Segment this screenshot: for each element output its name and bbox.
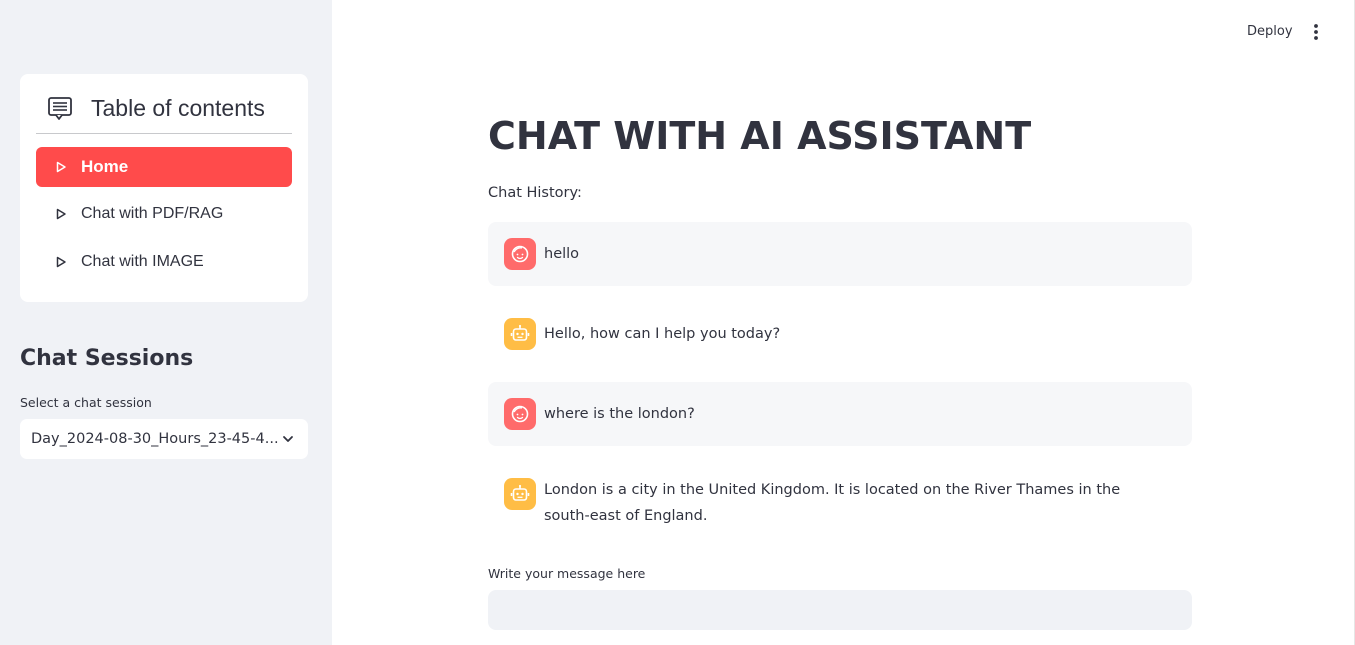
message-text: London is a city in the United Kingdom. … bbox=[544, 482, 1121, 524]
toc-title: Table of contents bbox=[91, 95, 265, 121]
robot-icon bbox=[510, 324, 530, 341]
assistant-avatar bbox=[504, 478, 536, 510]
sidebar: Table of contents Home Chat with PDF/RAG… bbox=[0, 0, 332, 645]
session-select[interactable]: Day_2024-08-30_Hours_23-45-4... bbox=[20, 419, 308, 459]
message-text: hello bbox=[544, 246, 580, 262]
user-avatar bbox=[504, 238, 536, 270]
nav-item-label: Home bbox=[81, 157, 129, 176]
user-avatar bbox=[504, 398, 536, 430]
message-text: where is the london? bbox=[544, 406, 695, 422]
toc-header: Table of contents bbox=[36, 92, 292, 134]
chevron-down-icon bbox=[283, 436, 293, 442]
nav-item-chat-image[interactable]: Chat with IMAGE bbox=[36, 242, 292, 282]
chat-sessions-heading: Chat Sessions bbox=[20, 346, 194, 371]
page-title: CHAT WITH AI ASSISTANT bbox=[488, 114, 1032, 158]
play-triangle-icon bbox=[56, 208, 66, 220]
vertical-dots-icon[interactable] bbox=[1306, 21, 1326, 43]
deploy-button[interactable]: Deploy bbox=[1247, 24, 1293, 39]
user-face-icon bbox=[511, 245, 529, 263]
nav-item-label: Chat with IMAGE bbox=[81, 253, 204, 270]
message-text: Hello, how can I help you today? bbox=[544, 326, 781, 342]
nav-item-home[interactable]: Home bbox=[36, 147, 292, 187]
nav-item-chat-pdf[interactable]: Chat with PDF/RAG bbox=[36, 194, 292, 234]
chat-message-user: where is the london? bbox=[488, 382, 1192, 446]
chat-message-assistant: London is a city in the United Kingdom. … bbox=[488, 462, 1192, 534]
message-input[interactable] bbox=[488, 590, 1192, 630]
chat-history-label: Chat History: bbox=[488, 185, 582, 201]
table-of-contents-card: Table of contents Home Chat with PDF/RAG… bbox=[20, 74, 308, 302]
assistant-avatar bbox=[504, 318, 536, 350]
session-selected-value: Day_2024-08-30_Hours_23-45-4... bbox=[31, 431, 279, 447]
robot-icon bbox=[510, 484, 530, 501]
play-triangle-icon bbox=[56, 256, 66, 268]
message-input-label: Write your message here bbox=[488, 566, 646, 581]
nav-item-label: Chat with PDF/RAG bbox=[81, 205, 224, 222]
session-select-label: Select a chat session bbox=[20, 395, 152, 410]
chat-message-user: hello bbox=[488, 222, 1192, 286]
chat-message-assistant: Hello, how can I help you today? bbox=[488, 302, 1192, 366]
document-list-icon bbox=[48, 97, 72, 120]
play-triangle-icon bbox=[56, 161, 66, 173]
user-face-icon bbox=[511, 405, 529, 423]
